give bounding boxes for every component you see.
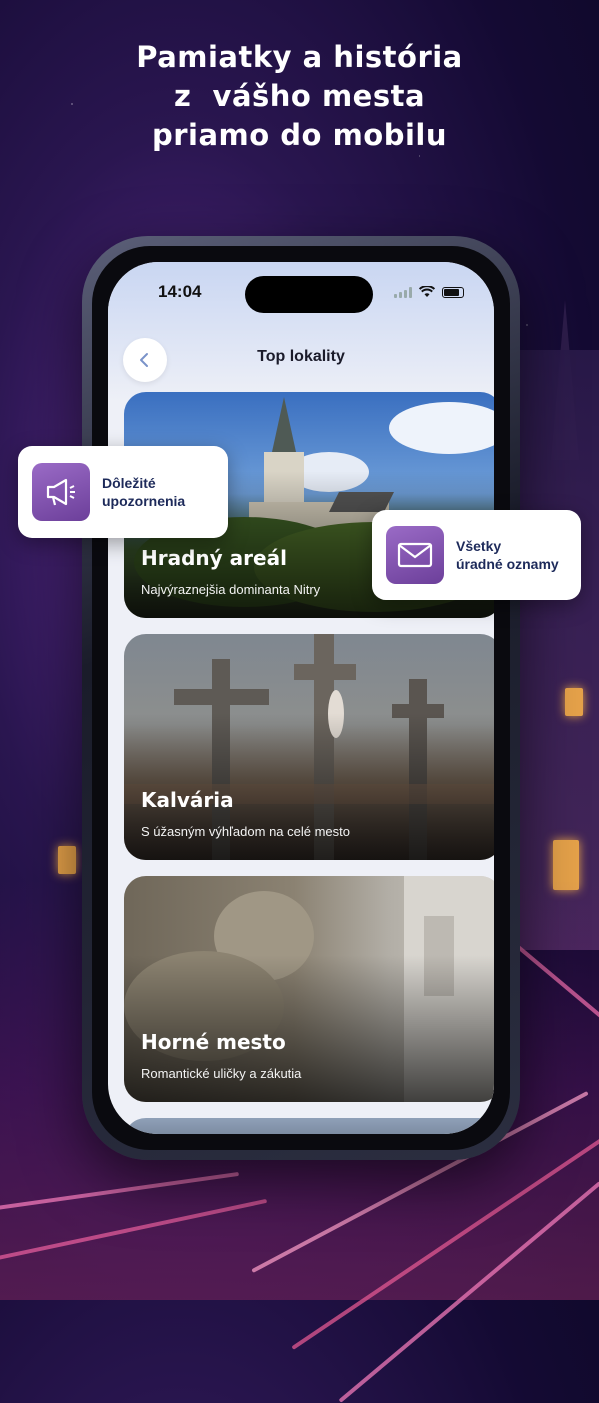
badge-line-1: Dôležité xyxy=(102,475,156,491)
background-window xyxy=(58,846,76,874)
wifi-icon xyxy=(419,286,435,297)
status-time: 14:04 xyxy=(158,282,202,301)
location-card-horne-mesto[interactable]: Horné mesto Romantické uličky a zákutia xyxy=(124,876,494,1102)
dynamic-island xyxy=(245,276,373,313)
phone-frame: 14:04 Top lokality Hradný areál Najvýraz… xyxy=(82,236,520,1160)
badge-official-notices: Všetky úradné oznamy xyxy=(372,510,581,600)
card-subtitle: Romantické uličky a zákutia xyxy=(141,1066,302,1081)
status-icons xyxy=(394,286,464,298)
page-title: Top lokality xyxy=(257,348,345,365)
card-subtitle: S úžasným výhľadom na celé mesto xyxy=(141,824,350,839)
badge-line-1: Všetky xyxy=(456,538,502,554)
battery-icon xyxy=(442,286,464,298)
envelope-icon xyxy=(386,526,444,584)
background-window xyxy=(565,688,583,716)
card-title: Hradný areál xyxy=(141,546,287,570)
signal-icon xyxy=(394,286,412,298)
headline-line-3: priamo do mobilu xyxy=(151,118,447,152)
location-card-kalvaria[interactable]: Kalvária S úžasným výhľadom na celé mest… xyxy=(124,634,494,860)
badge-important-alerts: Dôležité upozornenia xyxy=(18,446,228,538)
card-title: Horné mesto xyxy=(141,1030,286,1054)
card-title: Kalvária xyxy=(141,788,234,812)
card-subtitle: Najvýraznejšia dominanta Nitry xyxy=(141,582,321,597)
headline-line-2: z vášho mesta xyxy=(173,79,426,113)
promo-headline: Pamiatky a história z vášho mesta priamo… xyxy=(0,38,599,155)
megaphone-icon xyxy=(32,463,90,521)
badge-line-2: úradné oznamy xyxy=(456,556,559,572)
badge-line-2: upozornenia xyxy=(102,493,186,509)
location-card-partial[interactable] xyxy=(124,1118,494,1134)
phone-bezel: 14:04 Top lokality Hradný areál Najvýraz… xyxy=(92,246,510,1150)
headline-line-1: Pamiatky a história xyxy=(136,40,463,74)
app-screen: 14:04 Top lokality Hradný areál Najvýraz… xyxy=(108,262,494,1134)
